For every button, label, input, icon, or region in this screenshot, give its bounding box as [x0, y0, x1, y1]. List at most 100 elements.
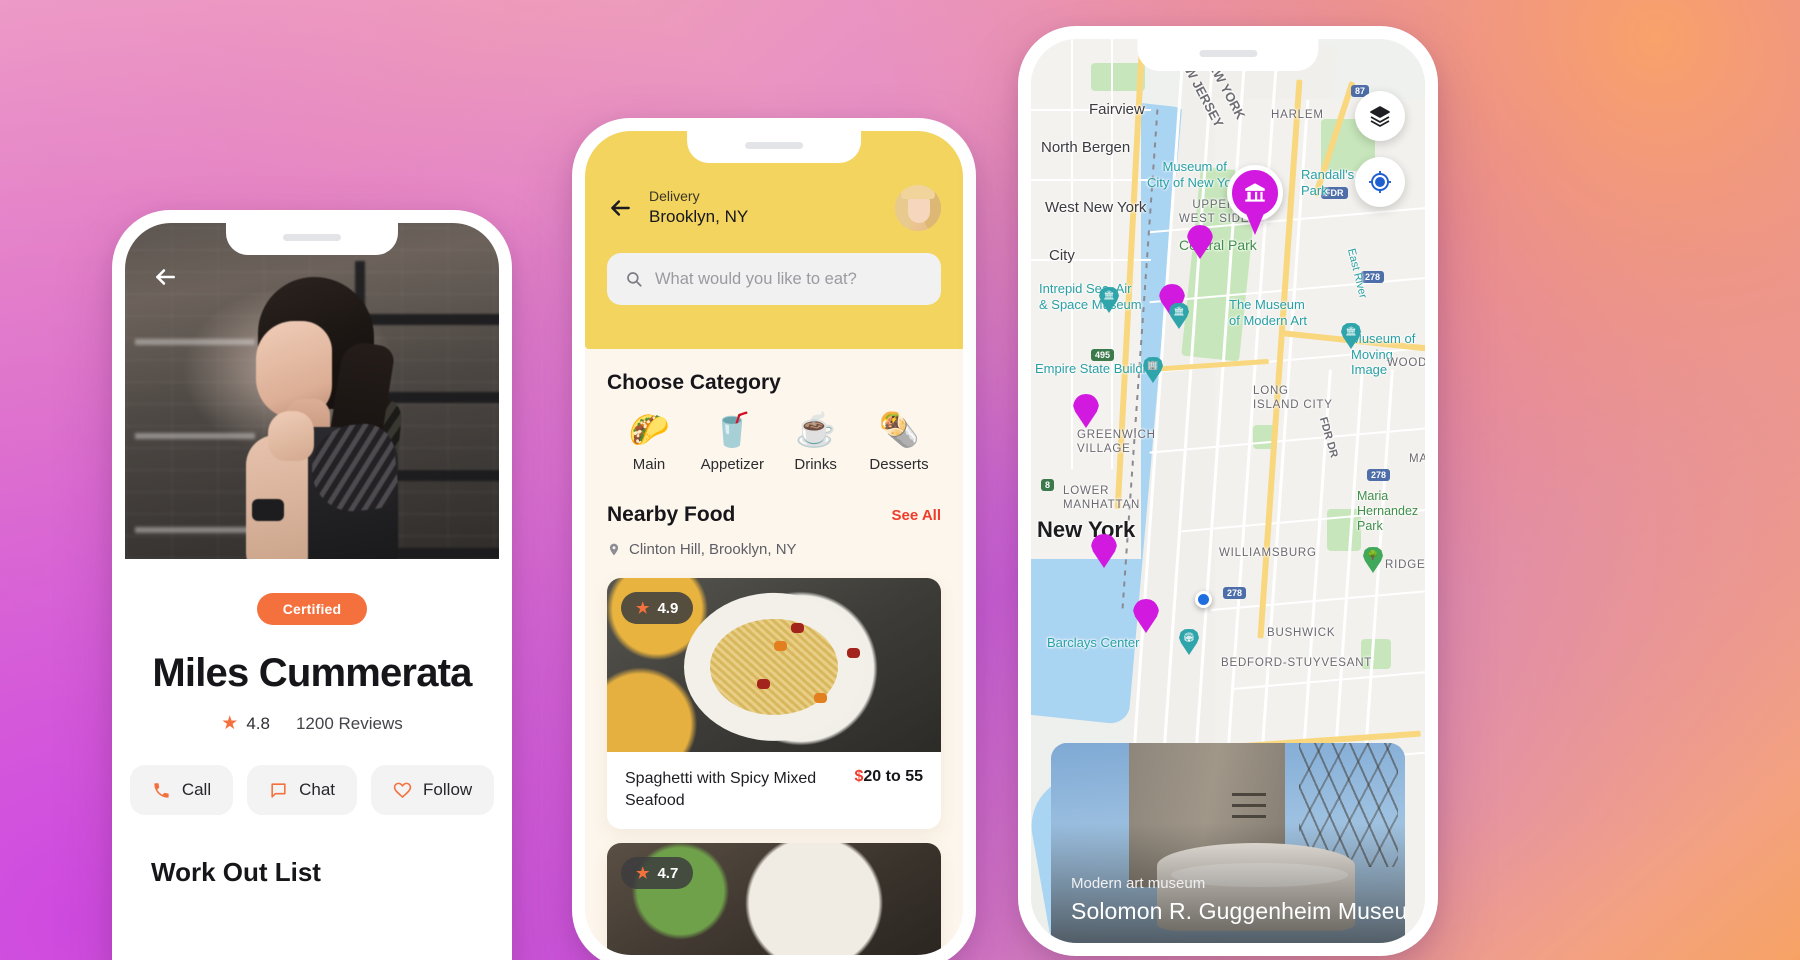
food-header: Delivery Brooklyn, NY [585, 131, 963, 349]
category-label: Drinks [794, 456, 837, 473]
museum-icon [1245, 183, 1265, 202]
earpiece-speaker [1198, 49, 1257, 57]
rating-value: 4.8 [246, 713, 270, 733]
map-label-greenwich-village: GREENWICH VILLAGE [1077, 429, 1156, 455]
price-value: 20 to 55 [863, 768, 923, 785]
earpiece-speaker [283, 233, 341, 241]
search-bar[interactable] [607, 253, 941, 305]
rating-badge: ★ 4.9 [621, 592, 694, 624]
chat-label: Chat [299, 780, 336, 799]
chat-button[interactable]: Chat [247, 765, 358, 815]
map-phone: 87 278 495 278 278 FDR 8 Fairview North … [1018, 26, 1438, 956]
map-label-bed-stuy: BEDFORD-STUYVESANT [1221, 657, 1373, 669]
arrow-left-icon [611, 200, 630, 216]
avatar-hair-top [901, 185, 935, 199]
category-label: Desserts [869, 456, 929, 473]
map-label-woodside: WOODSIDE [1387, 357, 1425, 369]
food-screen: Delivery Brooklyn, NY What would you lik… [585, 131, 963, 955]
map-label-new-york: New York [1037, 517, 1136, 542]
delivery-label: Delivery [649, 188, 700, 205]
nearby-location-row: Clinton Hill, Brooklyn, NY [607, 541, 941, 558]
profile-hero-image [125, 223, 499, 559]
see-all-link[interactable]: See All [892, 507, 941, 524]
arrow-left-icon [156, 269, 175, 285]
map-screen: 87 278 495 278 278 FDR 8 Fairview North … [1031, 39, 1425, 943]
review-count: 1200 Reviews [295, 713, 403, 733]
call-button[interactable]: Call [129, 765, 234, 815]
map-label-north-bergen: North Bergen [1041, 139, 1131, 156]
place-title: Solomon R. Guggenheim Museum [1071, 898, 1405, 924]
food-title: Spaghetti with Spicy Mixed Seafood [625, 770, 817, 809]
status-badge: Certified [256, 593, 368, 625]
locate-button[interactable] [1355, 157, 1405, 207]
delivery-location[interactable]: Delivery Brooklyn, NY [649, 187, 879, 229]
food-image: ★ 4.7 [607, 843, 941, 955]
nearby-food-title: Nearby Food [607, 503, 736, 526]
category-desserts[interactable]: 🌯 Desserts [861, 413, 937, 473]
map-label-empire-state: Empire State Building [1035, 361, 1161, 376]
category-drinks[interactable]: ☕ Drinks [778, 413, 854, 473]
category-row: 🌮 Main 🥤 Appetizer ☕ Drinks 🌯 Desserts [607, 413, 941, 473]
map-label-moma: The Museum of Modern Art [1229, 297, 1308, 328]
map-label-intrepid: Intrepid Sea, Air & Space Museum [1039, 281, 1142, 312]
map-label-fairview: Fairview [1089, 101, 1145, 118]
category-label: Main [632, 456, 666, 473]
category-appetizer[interactable]: 🥤 Appetizer [694, 413, 770, 473]
nearby-location-text: Clinton Hill, Brooklyn, NY [629, 541, 797, 558]
star-icon: ★ [636, 865, 650, 883]
burrito-icon: 🌯 [878, 411, 920, 448]
star-icon: ★ [221, 713, 239, 734]
food-image: ★ 4.9 [607, 578, 941, 752]
food-topbar: Delivery Brooklyn, NY [607, 185, 941, 231]
current-location-dot [1195, 591, 1212, 608]
profile-phone: Certified Miles Cummerata ★ 4.8 1200 Rev… [112, 210, 512, 960]
map-canvas[interactable]: 87 278 495 278 278 FDR 8 Fairview North … [1031, 39, 1425, 943]
workout-list-title: Work Out List [151, 857, 321, 887]
back-button[interactable] [607, 195, 633, 221]
map-label-long-island-city: LONG ISLAND CITY [1253, 385, 1333, 411]
call-label: Call [181, 780, 212, 799]
wristwatch [252, 499, 284, 521]
rating-badge: ★ 4.7 [621, 857, 694, 890]
person-photo [216, 277, 416, 559]
layers-button[interactable] [1355, 91, 1405, 141]
map-label-city: City [1049, 247, 1075, 264]
food-price: $20 to 55 [855, 768, 924, 786]
chat-bubble-icon [269, 781, 288, 800]
milkshake-icon: 🥤 [711, 411, 753, 448]
category-main[interactable]: 🌮 Main [611, 413, 687, 473]
map-label-west-new-york: West New York [1045, 199, 1147, 216]
place-card[interactable]: Modern art museum Solomon R. Guggenheim … [1051, 743, 1405, 943]
category-label: Appetizer [700, 456, 765, 473]
map-label-bushwick: BUSHWICK [1267, 627, 1336, 639]
delivery-value: Brooklyn, NY [649, 206, 749, 226]
map-label-williamsburg: WILLIAMSBURG [1219, 547, 1317, 559]
highway-shield-278b: 278 [1367, 469, 1391, 481]
highway-shield-9a: 8 [1041, 479, 1055, 491]
back-button[interactable] [149, 261, 181, 293]
map-label-barclays-center: Barclays Center [1047, 635, 1140, 650]
nearby-food-header: Nearby Food See All [607, 503, 941, 527]
profile-details: Certified Miles Cummerata ★ 4.8 1200 Rev… [125, 559, 499, 888]
highway-shield-278c: 278 [1223, 587, 1247, 599]
food-card[interactable]: ★ 4.9 Spaghetti with Spicy Mixed Seafood… [607, 578, 941, 830]
phone-icon [152, 781, 171, 800]
search-icon [627, 272, 642, 287]
place-card-text: Modern art museum Solomon R. Guggenheim … [1071, 875, 1405, 925]
follow-button[interactable]: Follow [371, 765, 495, 815]
phone-notch [687, 131, 861, 163]
crosshair-icon [1369, 171, 1391, 193]
rating-value: 4.7 [657, 864, 679, 882]
food-card[interactable]: ★ 4.7 [607, 843, 941, 955]
place-subtitle: Modern art museum [1071, 875, 1206, 892]
profile-screen: Certified Miles Cummerata ★ 4.8 1200 Rev… [125, 223, 499, 960]
taco-icon: 🌮 [628, 411, 670, 448]
star-icon: ★ [636, 600, 650, 617]
phone-notch [1137, 39, 1319, 71]
avatar[interactable] [895, 185, 941, 231]
selected-museum-pin[interactable] [1227, 165, 1283, 235]
search-input[interactable] [654, 269, 923, 289]
highway-shield-495: 495 [1091, 349, 1115, 361]
coffee-cup-icon: ☕ [795, 411, 837, 448]
heart-icon [393, 781, 412, 800]
